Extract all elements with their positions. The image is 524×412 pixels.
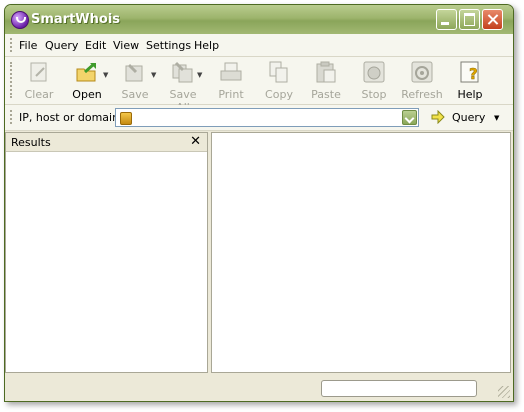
- toolbar-grip[interactable]: [10, 62, 14, 98]
- stop-label: Stop: [361, 88, 387, 101]
- open-label: Open: [72, 88, 102, 101]
- window-title: SmartWhois: [31, 12, 121, 27]
- stop-icon: [362, 60, 386, 84]
- print-label: Print: [218, 88, 244, 101]
- menu-settings[interactable]: Settings: [146, 39, 191, 52]
- stop-button[interactable]: Stop: [352, 60, 396, 101]
- help-label: Help: [457, 88, 483, 101]
- save-button[interactable]: Save: [113, 60, 157, 101]
- copy-button[interactable]: Copy: [257, 60, 301, 101]
- address-label: IP, host or domain:: [19, 111, 123, 124]
- menu-view[interactable]: View: [113, 39, 139, 52]
- query-arrow-icon[interactable]: [431, 110, 445, 124]
- address-input[interactable]: [115, 108, 419, 127]
- save-dropdown-arrow[interactable]: ▼: [151, 71, 156, 79]
- address-dropdown-button[interactable]: [402, 110, 417, 125]
- server-icon: [120, 112, 132, 125]
- svg-text:?: ?: [469, 65, 478, 83]
- print-icon: [219, 60, 243, 84]
- copy-label: Copy: [265, 88, 293, 101]
- close-window-button[interactable]: [482, 9, 503, 30]
- menu-grip[interactable]: [10, 38, 14, 52]
- help-button[interactable]: ? Help: [448, 60, 492, 101]
- open-dropdown-arrow[interactable]: ▼: [103, 71, 108, 79]
- open-button[interactable]: Open: [65, 60, 109, 101]
- minimize-button[interactable]: [436, 9, 457, 30]
- address-grip[interactable]: [10, 110, 14, 124]
- smartwhois-window: SmartWhois File Query Edit View Settings…: [4, 4, 514, 402]
- results-pane-header: Results ✕: [6, 133, 207, 152]
- status-bar: [5, 375, 513, 401]
- paste-icon: [314, 60, 338, 84]
- status-progress-panel: [321, 380, 477, 397]
- print-button[interactable]: Print: [209, 60, 253, 101]
- address-bar: IP, host or domain: Query ▼: [5, 105, 513, 131]
- refresh-icon: [410, 60, 434, 84]
- copy-icon: [267, 60, 291, 84]
- refresh-label: Refresh: [401, 88, 443, 101]
- maximize-button[interactable]: [459, 9, 480, 30]
- results-pane: Results ✕: [5, 132, 208, 373]
- query-dropdown-arrow[interactable]: ▼: [494, 114, 499, 122]
- save-all-icon: [171, 60, 195, 84]
- refresh-button[interactable]: Refresh: [400, 60, 444, 101]
- save-all-dropdown-arrow[interactable]: ▼: [197, 71, 202, 79]
- paste-label: Paste: [311, 88, 341, 101]
- menu-bar: File Query Edit View Settings Help: [5, 34, 513, 57]
- save-label: Save: [121, 88, 149, 101]
- clear-label: Clear: [24, 88, 54, 101]
- open-icon: [75, 60, 99, 84]
- menu-help[interactable]: Help: [194, 39, 219, 52]
- query-button[interactable]: Query: [452, 111, 485, 124]
- menu-file[interactable]: File: [19, 39, 37, 52]
- menu-edit[interactable]: Edit: [85, 39, 106, 52]
- smartwhois-app-icon[interactable]: [11, 11, 29, 29]
- clear-icon: [27, 60, 51, 84]
- save-icon: [123, 60, 147, 84]
- paste-button[interactable]: Paste: [304, 60, 348, 101]
- clear-button[interactable]: Clear: [17, 60, 61, 101]
- title-bar[interactable]: SmartWhois: [5, 5, 513, 34]
- toolbar: Clear Open ▼ Save ▼ Save All ▼: [5, 57, 513, 114]
- help-icon: ?: [458, 60, 482, 84]
- close-icon[interactable]: ✕: [190, 134, 201, 149]
- results-pane-title: Results: [11, 136, 51, 149]
- menu-query[interactable]: Query: [45, 39, 78, 52]
- details-pane: [211, 132, 511, 373]
- resize-grip[interactable]: [498, 386, 510, 398]
